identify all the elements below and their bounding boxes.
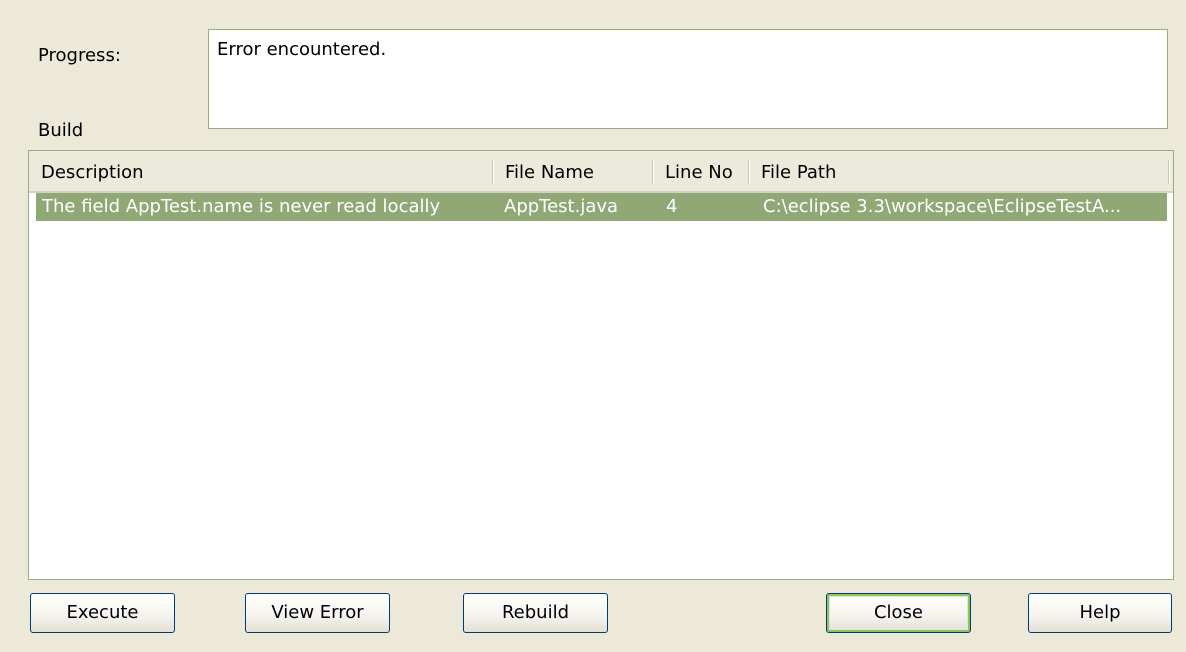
cell-file-name: AppTest.java xyxy=(504,196,619,217)
column-divider[interactable] xyxy=(1168,160,1169,184)
build-label: Build xyxy=(38,120,84,141)
column-header-file-path[interactable]: File Path xyxy=(749,151,1169,191)
help-button[interactable]: Help xyxy=(1028,593,1172,633)
column-header-label: File Path xyxy=(761,162,837,183)
column-header-label: File Name xyxy=(505,162,594,183)
column-header-label: Description xyxy=(41,162,144,183)
cell-file-path: C:\eclipse 3.3\workspace\EclipseTestA... xyxy=(763,196,1122,217)
rebuild-button[interactable]: Rebuild xyxy=(463,593,608,633)
column-header-line-no[interactable]: Line No xyxy=(653,151,749,191)
progress-output[interactable]: Error encountered. xyxy=(208,29,1168,129)
view-error-button[interactable]: View Error xyxy=(245,593,390,633)
progress-label: Progress: xyxy=(38,45,121,66)
build-results-table[interactable]: Description File Name Line No File Path … xyxy=(28,150,1174,580)
cell-line-no: 4 xyxy=(666,196,678,217)
progress-text: Error encountered. xyxy=(217,39,387,60)
column-header-file-name[interactable]: File Name xyxy=(493,151,653,191)
cell-description: The field AppTest.name is never read loc… xyxy=(42,196,441,217)
close-button[interactable]: Close xyxy=(826,593,971,633)
table-row[interactable]: The field AppTest.name is never read loc… xyxy=(36,193,1167,221)
column-header-label: Line No xyxy=(665,162,733,183)
execute-button[interactable]: Execute xyxy=(30,593,175,633)
table-header: Description File Name Line No File Path xyxy=(29,151,1173,193)
column-header-description[interactable]: Description xyxy=(29,151,493,191)
